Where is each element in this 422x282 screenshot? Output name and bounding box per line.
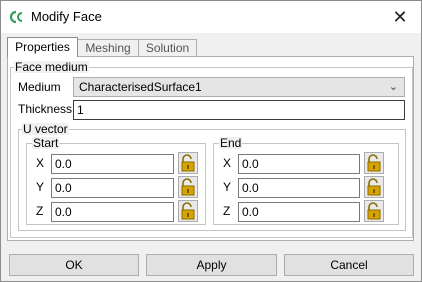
ok-button[interactable]: OK: [9, 254, 139, 276]
padlock-open-icon: [181, 202, 195, 220]
cancel-button[interactable]: Cancel: [284, 254, 414, 276]
chevron-down-icon: ⌄: [388, 81, 398, 93]
tab-solution[interactable]: Solution: [138, 39, 197, 56]
end-z-input[interactable]: 0.0: [238, 202, 360, 222]
start-z-input[interactable]: 0.0: [51, 202, 174, 222]
medium-select[interactable]: CharacterisedSurface1 ⌄: [73, 77, 405, 97]
medium-label: Medium: [18, 80, 61, 94]
start-y-input[interactable]: 0.0: [51, 178, 174, 198]
title-bar: Modify Face ✕: [1, 1, 421, 33]
start-x-label: X: [36, 156, 45, 170]
start-x-input[interactable]: 0.0: [51, 154, 174, 174]
padlock-open-icon: [367, 154, 381, 172]
end-y-input[interactable]: 0.0: [238, 178, 360, 198]
tab-meshing[interactable]: Meshing: [77, 39, 139, 56]
apply-button[interactable]: Apply: [146, 254, 277, 276]
end-y-lock-button[interactable]: [364, 176, 384, 198]
sc-logo-icon: [9, 10, 23, 24]
start-x-lock-button[interactable]: [178, 152, 198, 174]
thickness-input[interactable]: 1: [73, 100, 405, 120]
modify-face-dialog: Modify Face ✕ Properties Meshing Solutio…: [0, 0, 422, 282]
end-z-lock-button[interactable]: [364, 200, 384, 222]
face-medium-legend: Face medium: [14, 60, 89, 74]
end-y-label: Y: [223, 180, 232, 194]
window-title: Modify Face: [31, 9, 102, 24]
end-legend: End: [219, 136, 243, 150]
end-z-label: Z: [223, 204, 231, 218]
end-x-lock-button[interactable]: [364, 152, 384, 174]
close-icon[interactable]: ✕: [385, 3, 415, 31]
thickness-label: Thickness: [18, 102, 73, 116]
padlock-open-icon: [181, 178, 195, 196]
u-vector-legend: U vector: [22, 122, 69, 136]
tab-properties[interactable]: Properties: [7, 37, 78, 57]
end-x-input[interactable]: 0.0: [238, 154, 360, 174]
start-legend: Start: [32, 136, 60, 150]
padlock-open-icon: [367, 202, 381, 220]
start-z-label: Z: [36, 204, 44, 218]
padlock-open-icon: [367, 178, 381, 196]
padlock-open-icon: [181, 154, 195, 172]
start-y-lock-button[interactable]: [178, 176, 198, 198]
start-z-lock-button[interactable]: [178, 200, 198, 222]
start-y-label: Y: [36, 180, 45, 194]
medium-select-value: CharacterisedSurface1: [79, 80, 202, 94]
end-x-label: X: [223, 156, 232, 170]
